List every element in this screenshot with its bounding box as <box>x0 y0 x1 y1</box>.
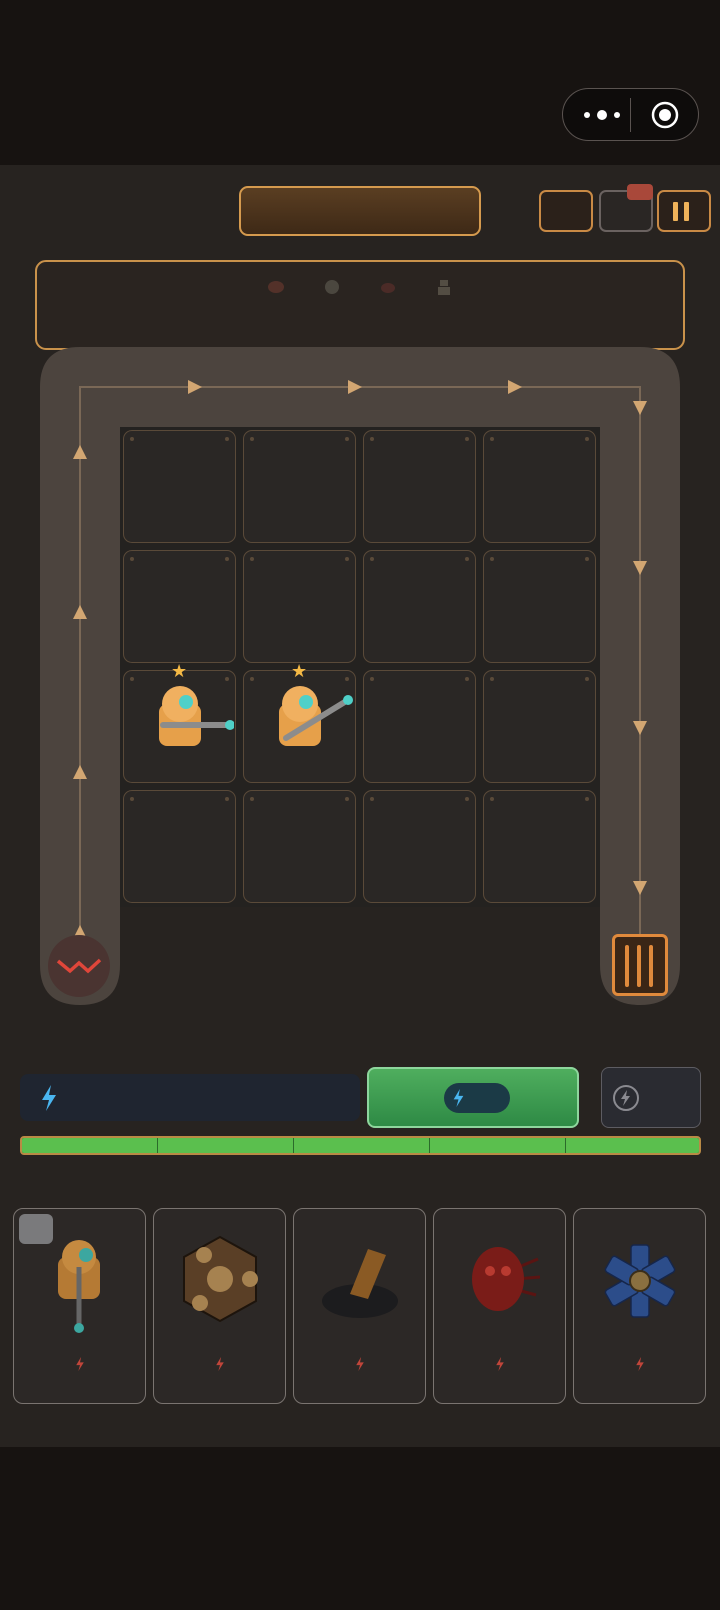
grid-cell-2-2[interactable] <box>363 670 476 783</box>
cost-bolt-icon <box>75 1357 84 1371</box>
cannon-icon <box>322 1249 398 1318</box>
circled-lightning-icon <box>613 1085 639 1111</box>
notification-badge <box>627 184 653 200</box>
cost-bolt-icon <box>215 1357 224 1371</box>
base-gate <box>612 934 668 996</box>
grid-cell-3-3[interactable] <box>483 790 596 903</box>
grid-cell-1-3[interactable] <box>483 550 596 663</box>
progress-segment <box>293 1138 294 1153</box>
lightning-icon <box>453 1089 464 1107</box>
more-dots-icon[interactable] <box>581 103 623 127</box>
red-beetle-card[interactable] <box>433 1208 566 1404</box>
progress-segment <box>565 1138 566 1153</box>
gate-bar <box>637 945 641 987</box>
lightning-icon <box>42 1085 56 1111</box>
grid-cell-0-3[interactable] <box>483 430 596 543</box>
grid-cell-2-1[interactable]: ★ <box>243 661 356 783</box>
blue-gear-card[interactable] <box>573 1208 706 1404</box>
card-cost <box>154 1357 285 1376</box>
cost-bolt-icon <box>355 1357 364 1371</box>
orange-rifle-robot-icon[interactable] <box>154 686 234 756</box>
grid-cell-1-0[interactable] <box>123 550 236 663</box>
robot-gunner-card[interactable] <box>13 1208 146 1404</box>
target-circle-icon[interactable] <box>650 100 680 130</box>
grid-cell-0-2[interactable] <box>363 430 476 543</box>
energy-counter <box>20 1074 360 1121</box>
energy-progress-bar <box>20 1136 701 1155</box>
upgrade-button[interactable] <box>367 1067 579 1128</box>
hex-mine-icon <box>183 1235 258 1323</box>
enemy-spawn-portal <box>48 935 110 997</box>
orange-rifle-robot-icon[interactable] <box>274 686 354 756</box>
grid-cell-0-1[interactable] <box>243 430 356 543</box>
upgrade-cost-pill <box>444 1083 510 1113</box>
grid-cell-2-3[interactable] <box>483 670 596 783</box>
cannon-card[interactable] <box>293 1208 426 1404</box>
gate-bar <box>625 945 629 987</box>
mini-program-capsule <box>562 88 699 141</box>
shop-button[interactable] <box>599 184 653 232</box>
card-cost <box>294 1357 425 1376</box>
pause-icon-bar <box>684 202 689 221</box>
grid-cell-3-0[interactable] <box>123 790 236 903</box>
orb-icon <box>325 280 339 294</box>
grid-cell-1-1[interactable] <box>243 550 356 663</box>
progress-segment <box>429 1138 430 1153</box>
placement-grid: ★ ★ <box>120 427 600 907</box>
energy-boost-button[interactable] <box>601 1067 701 1128</box>
wave-preview-box <box>35 260 685 350</box>
progress-segment <box>157 1138 158 1153</box>
progress-fill <box>22 1138 699 1153</box>
capsule-divider <box>630 98 631 132</box>
unit-star: ★ <box>291 661 308 681</box>
bug-icon <box>381 283 395 293</box>
pause-icon <box>673 202 678 221</box>
pause-button[interactable] <box>657 190 711 232</box>
gate-bar <box>649 945 653 987</box>
card-cost <box>434 1357 565 1376</box>
beetle-icon <box>268 281 284 293</box>
grid-cell-0-0[interactable] <box>123 430 236 543</box>
zigzag-icon <box>56 958 102 974</box>
robot-icon <box>438 280 450 295</box>
grid-cell-3-2[interactable] <box>363 790 476 903</box>
grid-cell-3-1[interactable] <box>243 790 356 903</box>
cost-bolt-icon <box>635 1357 644 1371</box>
robot-gunner-icon <box>58 1240 100 1333</box>
hex-mine-card[interactable] <box>153 1208 286 1404</box>
grid-cell-1-2[interactable] <box>363 550 476 663</box>
card-cost <box>574 1357 705 1376</box>
blue-gear-icon <box>604 1244 676 1318</box>
unit-star: ★ <box>171 661 188 681</box>
level-title-bar <box>239 186 481 236</box>
lock-badge <box>19 1214 53 1244</box>
grid-cell-2-0[interactable]: ★ <box>123 661 236 783</box>
cost-bolt-icon <box>495 1357 504 1371</box>
card-cost <box>14 1357 145 1376</box>
speed-button[interactable] <box>539 190 593 232</box>
red-beetle-icon <box>472 1247 541 1311</box>
